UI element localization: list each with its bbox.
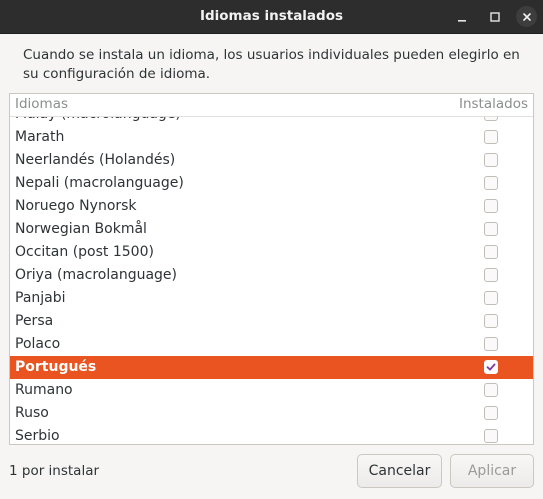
installed-checkbox[interactable] [484,314,498,328]
language-label: Marath [15,129,65,145]
installed-checkbox[interactable] [484,291,498,305]
language-label: Occitan (post 1500) [15,244,154,260]
installed-checkbox[interactable] [484,429,498,443]
installed-checkbox[interactable] [484,337,498,351]
installed-checkbox[interactable] [484,199,498,213]
language-label: Ruso [15,405,49,421]
close-icon [522,12,531,21]
list-item[interactable]: Marath [10,126,533,149]
description-text: Cuando se instala un idioma, los usuario… [23,47,520,82]
language-label: Malay (macrolanguage) [15,116,181,124]
installed-checkbox[interactable] [484,130,498,144]
list-item[interactable]: Panjabi [10,287,533,310]
installed-checkbox[interactable] [484,383,498,397]
minimize-icon [457,19,466,22]
column-header-language[interactable]: Idiomas [15,96,68,112]
language-label: Neerlandés (Holandés) [15,152,176,168]
installed-checkbox[interactable] [484,268,498,282]
installed-checkbox[interactable] [484,245,498,259]
language-list[interactable]: Idiomas Instalados Malay (macrolanguage)… [9,93,534,445]
installed-checkbox[interactable] [484,153,498,167]
installed-checkbox[interactable] [484,360,498,374]
language-label: Polaco [15,336,61,352]
list-item[interactable]: Polaco [10,333,533,356]
language-label: Norwegian Bokmål [15,221,147,237]
list-item[interactable]: Rumano [10,379,533,402]
check-icon [486,363,496,371]
language-label: Portugués [15,359,97,375]
list-item[interactable]: Occitan (post 1500) [10,241,533,264]
maximize-button[interactable] [484,6,505,27]
list-header: Idiomas Instalados [10,94,533,117]
list-item[interactable]: Malay (macrolanguage) [10,116,533,126]
maximize-icon [489,11,500,22]
column-header-installed[interactable]: Instalados [459,96,528,112]
list-item[interactable]: Norwegian Bokmål [10,218,533,241]
apply-button[interactable]: Aplicar [450,454,534,488]
close-button[interactable] [516,6,537,27]
list-item[interactable]: Serbio [10,425,533,444]
pending-status: 1 por instalar [9,463,100,479]
list-rows: Malay (macrolanguage) Marath Neerlandés (H… [10,116,533,444]
list-item[interactable]: Portugués [10,356,533,379]
installed-checkbox[interactable] [484,222,498,236]
list-item[interactable]: Noruego Nynorsk [10,195,533,218]
language-label: Rumano [15,382,73,398]
list-item[interactable]: Ruso [10,402,533,425]
language-label: Serbio [15,428,60,444]
list-item[interactable]: Oriya (macrolanguage) [10,264,533,287]
installed-checkbox[interactable] [484,176,498,190]
language-label: Oriya (macrolanguage) [15,267,178,283]
minimize-button[interactable] [451,6,472,27]
installed-checkbox[interactable] [484,406,498,420]
cancel-button[interactable]: Cancelar [357,454,442,488]
list-item[interactable]: Nepali (macrolanguage) [10,172,533,195]
language-label: Nepali (macrolanguage) [15,175,184,191]
language-label: Noruego Nynorsk [15,198,137,214]
dialog-window: Idiomas instalados Cuando se instala un … [0,0,543,499]
language-label: Persa [15,313,54,329]
list-item[interactable]: Neerlandés (Holandés) [10,149,533,172]
title-bar[interactable]: Idiomas instalados [0,0,543,34]
list-item[interactable]: Persa [10,310,533,333]
language-label: Panjabi [15,290,66,306]
